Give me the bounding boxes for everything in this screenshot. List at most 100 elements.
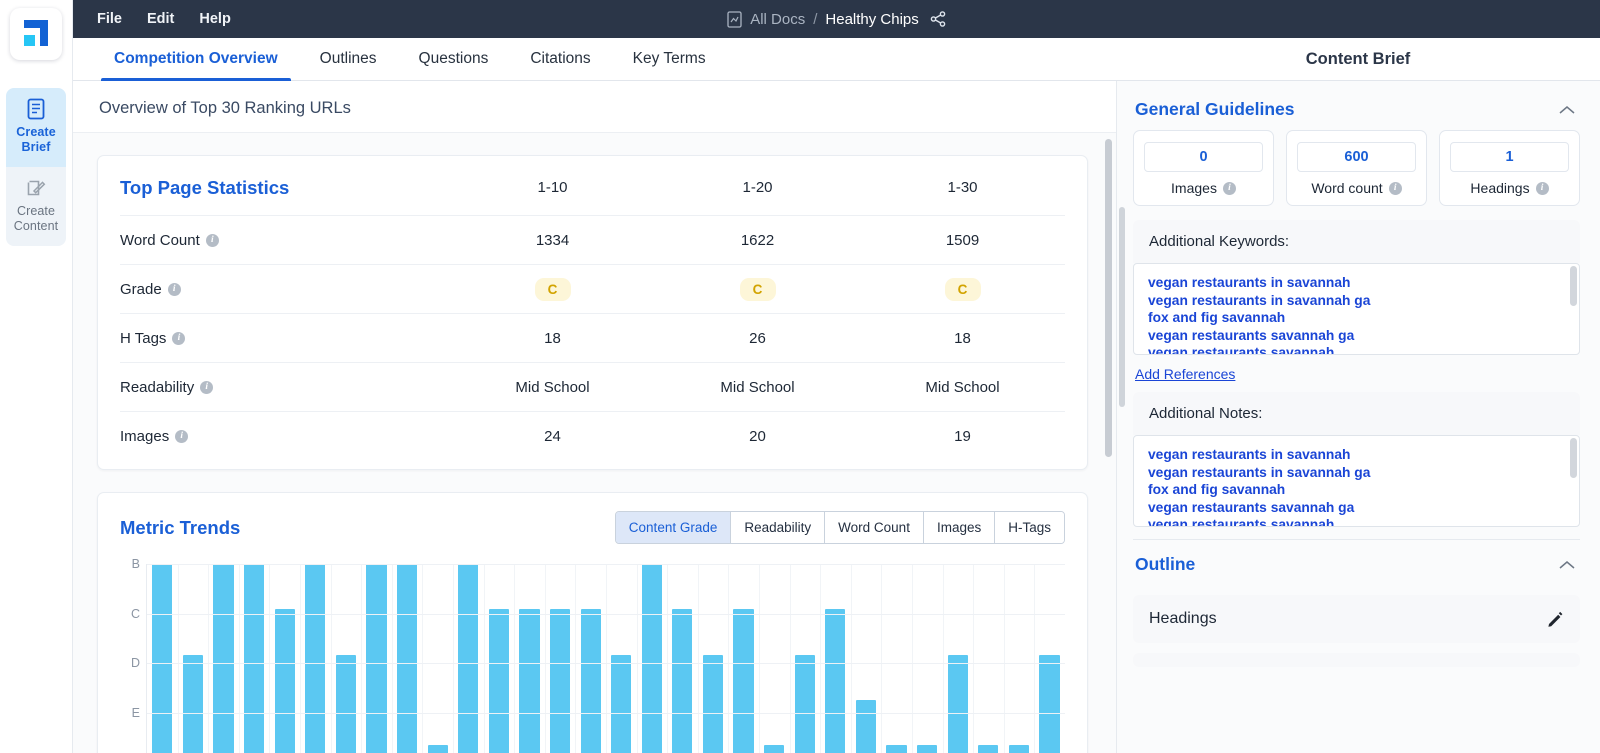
chart-bar[interactable] xyxy=(672,609,693,753)
chart-bar-cell[interactable] xyxy=(942,564,973,753)
info-icon[interactable]: i xyxy=(1388,181,1402,195)
chevron-up-icon[interactable] xyxy=(1558,104,1576,116)
chart-bar-cell[interactable] xyxy=(973,564,1004,753)
chart-bar[interactable] xyxy=(794,654,815,753)
chart-bar[interactable] xyxy=(182,654,203,753)
chart-bar-cell[interactable] xyxy=(698,564,729,753)
chart-bar[interactable] xyxy=(396,564,418,753)
chart-bar[interactable] xyxy=(458,564,479,753)
chart-bar[interactable] xyxy=(305,564,326,753)
segment-images[interactable]: Images xyxy=(923,512,996,543)
chart-bar-cell[interactable] xyxy=(789,564,820,753)
info-icon[interactable]: i xyxy=(175,430,189,443)
menu-help[interactable]: Help xyxy=(189,7,240,31)
chart-bar-cell[interactable] xyxy=(239,564,270,753)
breadcrumb-all-docs[interactable]: All Docs xyxy=(750,11,805,28)
chart-bar[interactable] xyxy=(152,564,173,753)
chart-bar-cell[interactable] xyxy=(1034,564,1065,753)
chart-bar[interactable] xyxy=(886,745,907,753)
app-logo[interactable] xyxy=(10,8,62,60)
add-references-link[interactable]: Add References xyxy=(1135,366,1235,382)
sidebar-item-create-brief[interactable]: Create Brief xyxy=(6,88,66,167)
menu-file[interactable]: File xyxy=(87,7,132,31)
info-icon[interactable]: i xyxy=(167,282,181,296)
outline-item-headings[interactable]: Headings xyxy=(1133,595,1580,643)
chart-bar-cell[interactable] xyxy=(392,564,423,753)
tab-outlines[interactable]: Outlines xyxy=(299,38,398,80)
chart-bar-cell[interactable] xyxy=(728,564,759,753)
notes-scrollbar[interactable] xyxy=(1570,438,1577,478)
tab-key-terms[interactable]: Key Terms xyxy=(612,38,727,80)
images-input[interactable] xyxy=(1144,142,1263,172)
chart-bar-cell[interactable] xyxy=(759,564,790,753)
segment-content-grade[interactable]: Content Grade xyxy=(615,512,732,543)
chart-bar-cell[interactable] xyxy=(331,564,362,753)
right-panel-scrollbar[interactable] xyxy=(1119,207,1125,407)
chart-bar-cell[interactable] xyxy=(178,564,209,753)
chart-bar-cell[interactable] xyxy=(484,564,515,753)
chart-bar-cell[interactable] xyxy=(269,564,300,753)
info-icon[interactable]: i xyxy=(200,380,214,394)
chart-bar[interactable] xyxy=(213,564,234,753)
menu-edit[interactable]: Edit xyxy=(137,7,184,31)
additional-keywords-field[interactable]: vegan restaurants in savannah vegan rest… xyxy=(1133,263,1580,355)
chart-bar[interactable] xyxy=(764,745,785,753)
chart-bar[interactable] xyxy=(917,745,938,753)
chart-bar-cell[interactable] xyxy=(1004,564,1035,753)
info-icon[interactable]: i xyxy=(1535,181,1549,195)
chart-bar-cell[interactable] xyxy=(667,564,698,753)
sidebar-item-create-content[interactable]: Create Content xyxy=(6,167,66,246)
keywords-scrollbar[interactable] xyxy=(1570,266,1577,306)
chart-bar[interactable] xyxy=(611,654,632,753)
chart-bar[interactable] xyxy=(549,609,571,753)
headings-input[interactable] xyxy=(1450,142,1569,172)
chart-bar-cell[interactable] xyxy=(361,564,392,753)
segment-readability[interactable]: Readability xyxy=(731,512,826,543)
chart-bar[interactable] xyxy=(243,564,265,753)
chart-bar[interactable] xyxy=(488,609,509,753)
chart-bar[interactable] xyxy=(641,564,662,753)
segment-word-count[interactable]: Word Count xyxy=(825,512,924,543)
center-scrollbar[interactable] xyxy=(1105,139,1112,457)
chart-bar-cell[interactable] xyxy=(820,564,851,753)
additional-notes-field[interactable]: vegan restaurants in savannah vegan rest… xyxy=(1133,435,1580,527)
chart-bar[interactable] xyxy=(1039,654,1060,753)
chart-bar[interactable] xyxy=(335,654,356,753)
chart-bar[interactable] xyxy=(947,654,968,753)
chart-bar-cell[interactable] xyxy=(422,564,453,753)
chart-bar-cell[interactable] xyxy=(851,564,882,753)
chevron-up-icon[interactable] xyxy=(1558,559,1576,571)
chart-bar[interactable] xyxy=(366,564,387,753)
chart-bar[interactable] xyxy=(733,609,754,753)
chart-bar[interactable] xyxy=(519,609,540,753)
chart-bar-cell[interactable] xyxy=(881,564,912,753)
chart-bar-cell[interactable] xyxy=(575,564,606,753)
chart-bar[interactable] xyxy=(978,745,999,753)
tab-competition-overview[interactable]: Competition Overview xyxy=(93,38,299,81)
tab-citations[interactable]: Citations xyxy=(509,38,611,80)
tab-questions[interactable]: Questions xyxy=(398,38,510,80)
chart-bar[interactable] xyxy=(702,654,724,753)
chart-bar[interactable] xyxy=(580,609,601,753)
center-scroll-area[interactable]: Top Page Statistics 1-10 1-20 1-30 Word … xyxy=(73,133,1116,753)
chart-bar[interactable] xyxy=(1008,745,1030,753)
share-icon[interactable] xyxy=(930,11,946,27)
chart-bar-cell[interactable] xyxy=(545,564,576,753)
info-icon[interactable]: i xyxy=(205,233,219,247)
chart-bar-cell[interactable] xyxy=(606,564,637,753)
chart-bar-cell[interactable] xyxy=(300,564,331,753)
chart-bar-cell[interactable] xyxy=(147,564,178,753)
chart-bar-cell[interactable] xyxy=(637,564,668,753)
chart-bar-cell[interactable] xyxy=(912,564,943,753)
pencil-icon[interactable] xyxy=(1547,611,1564,628)
chart-bar[interactable] xyxy=(427,745,448,753)
segment-h-tags[interactable]: H-Tags xyxy=(995,512,1064,543)
info-icon[interactable]: i xyxy=(1222,181,1236,195)
chart-bar-cell[interactable] xyxy=(208,564,239,753)
word-count-input[interactable] xyxy=(1297,142,1416,172)
info-icon[interactable]: i xyxy=(172,331,186,345)
chart-bar-cell[interactable] xyxy=(453,564,484,753)
chart-bar-cell[interactable] xyxy=(514,564,545,753)
chart-bar[interactable] xyxy=(855,699,877,753)
chart-bar[interactable] xyxy=(274,609,295,753)
